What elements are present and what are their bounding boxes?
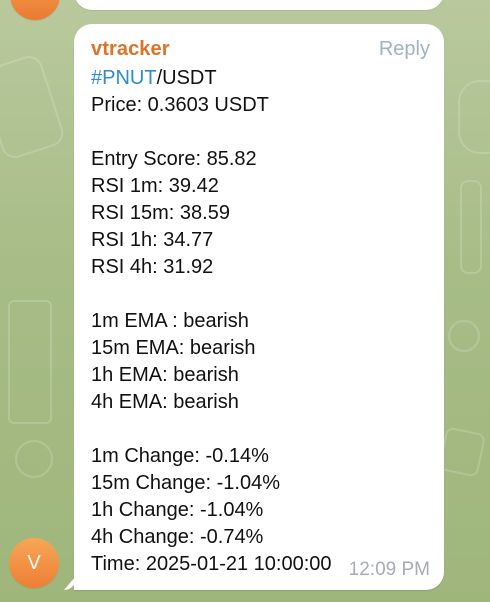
background-doodle: [448, 320, 480, 352]
pair-suffix: /USDT: [156, 67, 217, 89]
background-doodle: [15, 440, 53, 478]
message-line: 15m EMA: bearish: [91, 337, 256, 359]
previous-message-bubble[interactable]: PM: [74, 0, 444, 10]
hashtag-link[interactable]: #PNUT: [91, 67, 157, 89]
avatar-letter: V: [27, 552, 41, 574]
message-line: 4h Change: -0.74%: [91, 526, 264, 548]
message-line: 1h Change: -1.04%: [91, 499, 264, 521]
message-time: 12:09 PM: [348, 559, 430, 580]
sender-name[interactable]: vtracker: [91, 38, 170, 61]
message-text: #PNUT/USDT Price: 0.3603 USDT Entry Scor…: [91, 65, 421, 578]
pair-line: #PNUT/USDT: [91, 65, 421, 92]
background-doodle: [458, 80, 490, 154]
message-line: RSI 4h: 31.92: [91, 256, 214, 278]
message-line: 4h EMA: bearish: [91, 391, 239, 413]
background-doodle: [460, 180, 482, 274]
message-line: 1m Change: -0.14%: [91, 445, 269, 467]
message-line: 15m Change: -1.04%: [91, 472, 281, 494]
reply-button[interactable]: Reply: [379, 38, 430, 61]
sender-avatar[interactable]: V: [9, 538, 59, 588]
message-line: RSI 1m: 39.42: [91, 175, 219, 197]
message-line: 1h EMA: bearish: [91, 364, 239, 386]
message-line: Entry Score: 85.82: [91, 148, 257, 170]
message-line: RSI 1h: 34.77: [91, 229, 214, 251]
message-line: Price: 0.3603 USDT: [91, 94, 269, 116]
message-bubble[interactable]: vtracker Reply #PNUT/USDT Price: 0.3603 …: [74, 24, 444, 590]
message-line: RSI 15m: 38.59: [91, 202, 230, 224]
previous-message-time: PM: [401, 0, 428, 1]
background-doodle: [8, 300, 52, 424]
message-line: 1m EMA : bearish: [91, 310, 249, 332]
